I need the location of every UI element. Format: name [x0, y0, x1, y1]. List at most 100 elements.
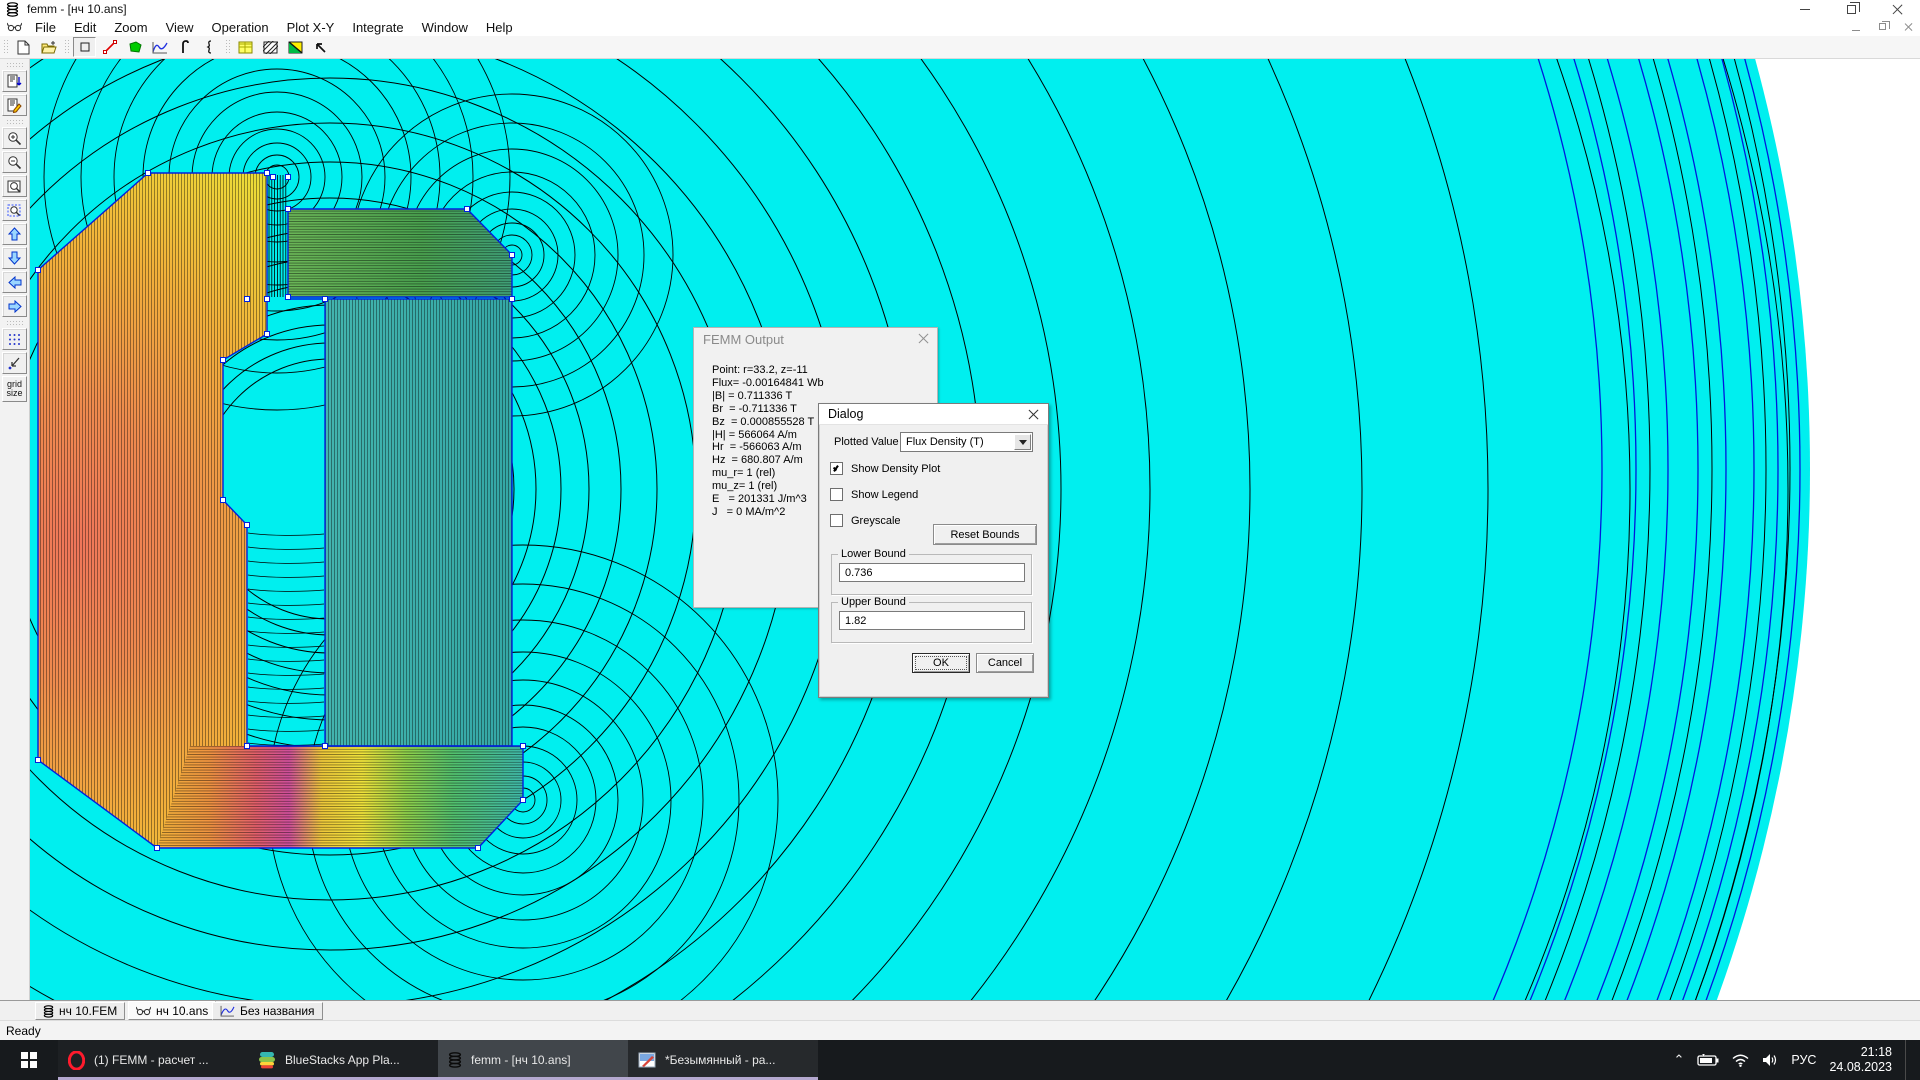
show-legend-checkbox[interactable] [830, 488, 843, 501]
pan-up-button[interactable] [2, 223, 27, 245]
taskbar-app-label: *Безымянный - ра... [665, 1053, 775, 1067]
taskbar-app-label: (1) FEMM - расчет ... [94, 1053, 209, 1067]
menu-view[interactable]: View [157, 19, 203, 36]
show-density-plot-checkbox[interactable] [830, 462, 843, 475]
restore-button[interactable] [1828, 0, 1874, 18]
pointer-button[interactable] [309, 37, 332, 57]
system-tray: ⌃ РУС 21:18 24.08.2023 [1674, 1040, 1920, 1080]
point-readout-line: Point: r=33.2, z=-11 [694, 364, 937, 377]
menu-help[interactable]: Help [477, 19, 522, 36]
show-legend-label: Show Legend [851, 489, 918, 501]
menu-file[interactable]: File [26, 19, 65, 36]
contour-mode-button[interactable] [98, 37, 121, 57]
zoom-extents-button[interactable] [2, 175, 27, 197]
block-integral-button[interactable] [198, 37, 221, 57]
pan-down-button[interactable] [2, 247, 27, 269]
mdi-close-button[interactable] [1900, 20, 1916, 33]
point-values-mode-button[interactable] [73, 37, 96, 57]
femm-output-title: FEMM Output [694, 328, 937, 350]
lower-bound-label: Lower Bound [838, 548, 909, 560]
ok-button[interactable]: OK [912, 653, 970, 673]
clock-time: 21:18 [1829, 1045, 1892, 1060]
zoom-out-button[interactable] [2, 151, 27, 173]
reset-bounds-button[interactable]: Reset Bounds [933, 524, 1037, 545]
tab-ans-file[interactable]: нч 10.ans [128, 1001, 216, 1020]
taskbar-clock[interactable]: 21:18 24.08.2023 [1829, 1045, 1892, 1075]
minimize-button[interactable] [1782, 0, 1828, 18]
close-icon[interactable] [1028, 409, 1039, 420]
edit-document-button[interactable] [2, 94, 27, 116]
cancel-button[interactable]: Cancel [976, 653, 1034, 673]
close-icon[interactable] [918, 333, 929, 344]
coil-region [325, 299, 512, 746]
menu-integrate[interactable]: Integrate [343, 19, 412, 36]
zoom-in-button[interactable] [2, 127, 27, 149]
tray-expand-icon[interactable]: ⌃ [1674, 1052, 1685, 1068]
battery-icon[interactable] [1697, 1054, 1719, 1066]
zoom-window-button[interactable] [2, 199, 27, 221]
wifi-icon[interactable] [1732, 1054, 1749, 1067]
postprocessor-glasses-icon [7, 20, 22, 35]
title-bar: femm - [нч 10.ans] [0, 0, 1920, 18]
taskbar-app-opera-femm[interactable]: (1) FEMM - расчет ... [58, 1040, 248, 1080]
taskbar-app-label: femm - [нч 10.ans] [471, 1053, 571, 1067]
block-mode-button[interactable] [123, 37, 146, 57]
plotted-value-selected: Flux Density (T) [906, 436, 984, 448]
language-indicator[interactable]: РУС [1791, 1053, 1816, 1067]
tab-label: нч 10.FEM [59, 1004, 117, 1018]
plotted-value-select[interactable]: Flux Density (T) [900, 432, 1033, 452]
output-window-button[interactable] [2, 70, 27, 92]
taskbar-app-label: BlueStacks App Pla... [285, 1053, 400, 1067]
chevron-down-icon[interactable] [1014, 434, 1031, 450]
mdi-restore-button[interactable] [1874, 20, 1890, 33]
new-file-button[interactable] [12, 37, 35, 57]
tab-label: нч 10.ans [156, 1004, 208, 1018]
point-readout-line: Flux= -0.00164841 Wb [694, 377, 937, 390]
dialog-title: Dialog [819, 404, 1048, 425]
taskbar: (1) FEMM - расчет ... BlueStacks App Pla… [0, 1040, 1920, 1080]
snap-to-grid-button[interactable] [2, 352, 27, 374]
close-button[interactable] [1874, 0, 1920, 18]
paint-icon [638, 1052, 656, 1068]
menu-window[interactable]: Window [413, 19, 477, 36]
open-file-button[interactable] [37, 37, 60, 57]
menu-edit[interactable]: Edit [65, 19, 105, 36]
windows-logo-icon [21, 1052, 37, 1068]
lower-bound-group: Lower Bound [831, 554, 1032, 595]
toolbar-grip [3, 39, 8, 55]
tab-untitled-plot[interactable]: Без названия [212, 1002, 323, 1020]
upper-bound-input[interactable] [839, 611, 1025, 630]
plot-xy-button[interactable] [148, 37, 171, 57]
menu-zoom[interactable]: Zoom [105, 19, 156, 36]
bluestacks-icon [258, 1051, 276, 1069]
menu-operation[interactable]: Operation [203, 19, 278, 36]
document-tab-bar: нч 10.FEM нч 10.ans Без названия [0, 1000, 1920, 1020]
plot-settings-dialog[interactable]: Dialog Plotted Value Flux Density (T) Sh… [818, 403, 1049, 698]
mdi-minimize-button[interactable] [1848, 20, 1864, 33]
start-button[interactable] [0, 1040, 58, 1080]
left-toolbar: grid size [0, 59, 30, 1000]
pan-right-button[interactable] [2, 295, 27, 317]
taskbar-app-paint[interactable]: *Безымянный - ра... [628, 1040, 818, 1080]
greyscale-checkbox[interactable] [830, 514, 843, 527]
armature-region [288, 209, 512, 297]
pan-left-button[interactable] [2, 271, 27, 293]
show-grid-button[interactable] [2, 328, 27, 350]
menu-plot-xy[interactable]: Plot X-Y [278, 19, 344, 36]
tab-fem-file[interactable]: нч 10.FEM [35, 1002, 125, 1020]
lower-bound-input[interactable] [839, 563, 1025, 582]
line-integral-button[interactable] [173, 37, 196, 57]
toolbar-grip [6, 119, 24, 124]
window-title: femm - [нч 10.ans] [27, 2, 127, 16]
field-plot-canvas[interactable]: FEMM Output Point: r=33.2, z=-11 Flux= -… [30, 59, 1920, 1000]
show-density-plot-button[interactable] [284, 37, 307, 57]
taskbar-app-femm[interactable]: femm - [нч 10.ans] [438, 1040, 628, 1080]
show-grid-window-button[interactable] [234, 37, 257, 57]
point-readout-line: |B| = 0.711336 T [694, 390, 937, 403]
taskbar-app-bluestacks[interactable]: BlueStacks App Pla... [248, 1040, 438, 1080]
grid-size-button[interactable]: grid size [2, 376, 27, 402]
show-desktop-button[interactable] [1905, 1040, 1910, 1080]
show-mesh-button[interactable] [259, 37, 282, 57]
speaker-icon[interactable] [1762, 1053, 1778, 1067]
upper-bound-label: Upper Bound [838, 596, 909, 608]
